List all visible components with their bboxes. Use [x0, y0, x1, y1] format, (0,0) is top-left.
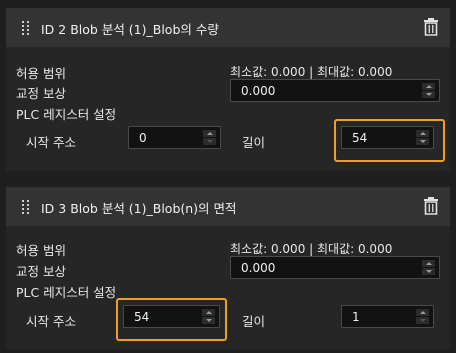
length-value: 1	[352, 310, 360, 324]
length-spinbox[interactable]: 54	[341, 126, 434, 149]
calibration-label: 교정 보상	[16, 86, 66, 101]
calibration-spinbox[interactable]: 0.000	[230, 256, 440, 279]
length-stepper[interactable]	[416, 130, 429, 145]
calibration-stepper[interactable]	[422, 83, 435, 98]
plc-label: PLC 레지스터 설정	[16, 285, 117, 300]
start-address-spinbox[interactable]: 54	[123, 305, 220, 328]
start-address-label: 시작 주소	[26, 314, 76, 329]
panel-id2: ID 2 Blob 분석 (1)_Blob의 수량 허용 범위 최소값: 0.0…	[6, 8, 450, 171]
calibration-stepper[interactable]	[422, 260, 435, 275]
start-address-label: 시작 주소	[26, 135, 76, 150]
length-label: 길이	[242, 135, 266, 150]
length-value: 54	[352, 131, 368, 145]
calibration-label: 교정 보상	[16, 264, 66, 279]
trash-icon[interactable]	[424, 18, 438, 36]
drag-handle-icon[interactable]	[22, 21, 30, 35]
calibration-value: 0.000	[241, 261, 276, 275]
start-address-spinbox[interactable]: 0	[128, 126, 221, 149]
start-address-stepper[interactable]	[202, 309, 215, 324]
tolerance-label: 허용 범위	[16, 243, 66, 258]
panel-title: ID 2 Blob 분석 (1)_Blob의 수량	[41, 22, 219, 37]
length-spinbox[interactable]: 1	[341, 305, 434, 328]
start-address-value: 0	[139, 131, 147, 145]
tolerance-label: 허용 범위	[16, 66, 66, 81]
panel-header: ID 2 Blob 분석 (1)_Blob의 수량	[6, 8, 450, 47]
calibration-spinbox[interactable]: 0.000	[230, 79, 440, 102]
panel-header: ID 3 Blob 분석 (1)_Blob(n)의 면적	[6, 187, 450, 226]
trash-icon[interactable]	[424, 197, 438, 215]
range-text: 최소값: 0.000 | 최대값: 0.000	[230, 242, 393, 256]
plc-label: PLC 레지스터 설정	[16, 107, 117, 122]
calibration-value: 0.000	[241, 84, 276, 98]
panel-id3: ID 3 Blob 분석 (1)_Blob(n)의 면적 허용 범위 최소값: …	[6, 187, 450, 349]
drag-handle-icon[interactable]	[22, 200, 30, 214]
length-label: 길이	[242, 314, 266, 329]
length-stepper[interactable]	[416, 309, 429, 324]
start-address-value: 54	[134, 310, 150, 324]
start-address-stepper[interactable]	[203, 130, 216, 145]
panel-title: ID 3 Blob 분석 (1)_Blob(n)의 면적	[41, 201, 237, 216]
range-text: 최소값: 0.000 | 최대값: 0.000	[230, 65, 393, 79]
